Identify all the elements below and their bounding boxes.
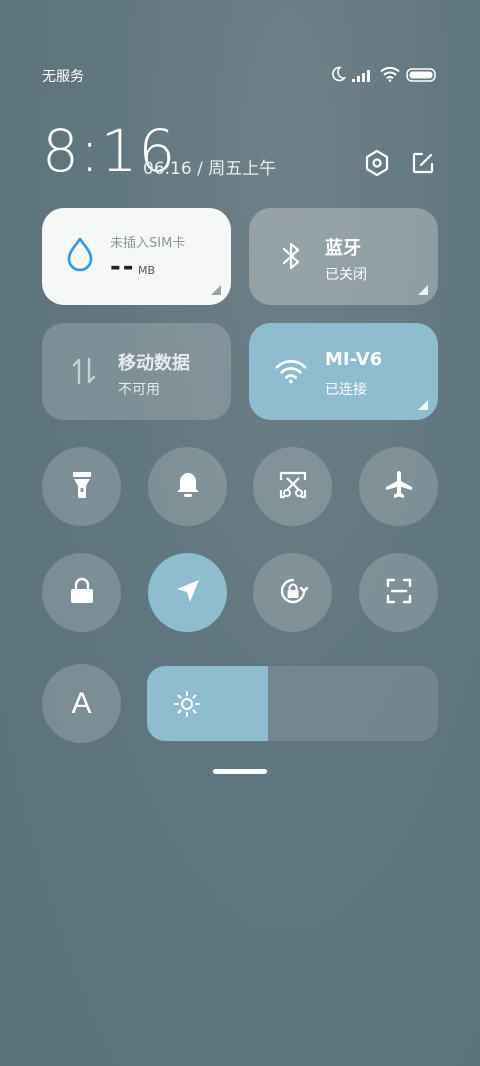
brightness-level-fill — [147, 666, 268, 741]
lock-icon — [69, 577, 95, 609]
ring-toggle[interactable] — [148, 447, 227, 526]
data-usage-unit: MB — [138, 264, 156, 277]
expand-corner-icon — [418, 285, 428, 295]
wifi-icon — [275, 355, 307, 387]
data-usage-tile[interactable]: 未插入SIM卡 -- MB — [42, 208, 231, 305]
signal-icon — [352, 67, 374, 86]
auto-brightness-toggle[interactable]: A — [42, 664, 121, 743]
airplane-icon — [383, 469, 415, 505]
drag-handle[interactable] — [213, 769, 267, 774]
bell-icon — [174, 470, 202, 504]
location-toggle[interactable] — [148, 553, 227, 632]
location-arrow-icon — [174, 577, 202, 609]
wifi-status: 已连接 — [325, 382, 367, 398]
flashlight-icon — [70, 469, 94, 505]
flashlight-toggle[interactable] — [42, 447, 121, 526]
wifi-tile[interactable]: MI-V6 已连接 — [249, 323, 438, 420]
rotation-lock-toggle[interactable] — [253, 553, 332, 632]
battery-icon — [406, 67, 436, 86]
settings-button[interactable] — [362, 149, 392, 181]
moon-icon — [330, 66, 347, 86]
lock-screen-toggle[interactable] — [42, 553, 121, 632]
mobile-data-title: 移动数据 — [118, 353, 190, 374]
bluetooth-status: 已关闭 — [325, 267, 367, 283]
settings-hexagon-icon — [364, 149, 390, 181]
sim-status-label: 未插入SIM卡 — [110, 236, 186, 251]
airplane-mode-toggle[interactable] — [359, 447, 438, 526]
expand-corner-icon — [211, 285, 221, 295]
font-a-icon: A — [71, 686, 92, 720]
edit-icon — [411, 151, 435, 179]
wifi-network-name: MI-V6 — [325, 349, 383, 370]
scanner-toggle[interactable] — [359, 553, 438, 632]
date-text: 06.16 / 周五上午 — [143, 159, 277, 179]
sun-icon — [173, 690, 201, 718]
scan-icon — [385, 577, 413, 609]
bluetooth-tile[interactable]: 蓝牙 已关闭 — [249, 208, 438, 305]
edit-button[interactable] — [408, 150, 438, 180]
scissors-icon — [278, 470, 308, 504]
rotation-lock-icon — [276, 574, 310, 612]
wifi-icon — [380, 66, 400, 86]
bluetooth-icon — [275, 240, 307, 272]
screenshot-toggle[interactable] — [253, 447, 332, 526]
status-icons — [330, 66, 436, 86]
brightness-slider[interactable] — [147, 666, 438, 741]
mobile-data-tile[interactable]: 移动数据 不可用 — [42, 323, 231, 420]
expand-corner-icon — [418, 400, 428, 410]
data-arrows-icon — [68, 355, 100, 387]
data-usage-value: -- — [110, 252, 136, 282]
mobile-data-status: 不可用 — [118, 382, 160, 398]
water-drop-icon — [64, 237, 96, 272]
carrier-status: 无服务 — [42, 69, 84, 85]
bluetooth-title: 蓝牙 — [325, 238, 361, 259]
